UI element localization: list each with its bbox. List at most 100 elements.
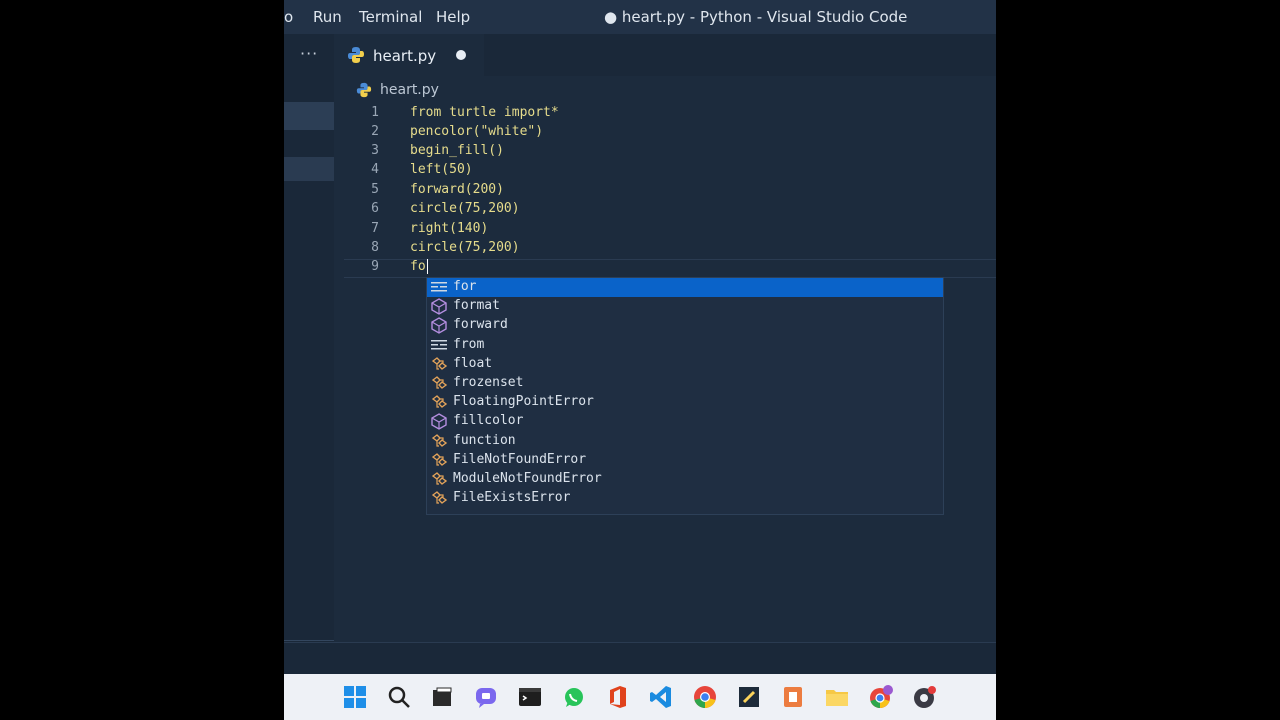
side-panel-item[interactable]	[284, 102, 334, 130]
code-text[interactable]: right(140)	[410, 221, 488, 236]
whatsapp-icon[interactable]	[561, 684, 587, 710]
divider	[284, 640, 334, 641]
code-line: 3 begin_fill()	[344, 143, 996, 162]
suggestion-item[interactable]: FileExistsError	[427, 489, 943, 508]
tab-label: heart.py	[373, 47, 437, 65]
class-icon	[430, 452, 448, 469]
suggestion-item[interactable]: FloatingPointError	[427, 393, 943, 412]
line-number: 4	[371, 162, 379, 177]
suggestion-label: from	[453, 336, 485, 352]
title-bar: o Run Terminal Help ● heart.py - Python …	[284, 0, 996, 34]
code-line: 9 fo	[344, 259, 996, 278]
code-text[interactable]: begin_fill()	[410, 143, 504, 158]
code-line: 8 circle(75,200)	[344, 240, 996, 259]
suggestion-item[interactable]: fillcolor	[427, 412, 943, 431]
suggestion-label: float	[453, 355, 493, 371]
module-icon	[430, 317, 448, 335]
windows-taskbar	[284, 674, 996, 720]
vscode-window: o Run Terminal Help ● heart.py - Python …	[284, 0, 996, 720]
code-text-current[interactable]: fo	[410, 259, 428, 274]
suggestion-label: for	[453, 279, 477, 294]
python-file-icon	[348, 47, 364, 63]
breadcrumb-file[interactable]: heart.py	[380, 82, 439, 98]
class-icon	[430, 394, 448, 411]
class-icon	[430, 433, 448, 450]
folder-icon[interactable]	[824, 684, 850, 710]
obs-icon[interactable]	[912, 684, 938, 710]
code-line: 2 pencolor("white")	[344, 124, 996, 143]
code-line: 4 left(50)	[344, 162, 996, 181]
suggestion-item[interactable]: for	[427, 278, 943, 297]
chat-icon[interactable]	[473, 684, 499, 710]
suggestion-item[interactable]: float	[427, 355, 943, 374]
powerpoint-icon[interactable]	[780, 684, 806, 710]
window-title: ● heart.py - Python - Visual Studio Code	[604, 8, 908, 26]
panel-area	[284, 642, 996, 675]
tab-bar: ··· heart.py	[284, 34, 996, 77]
suggestion-item[interactable]: function	[427, 432, 943, 451]
class-icon	[430, 375, 448, 392]
suggestion-item[interactable]: frozenset	[427, 374, 943, 393]
suggestion-item[interactable]: ModuleNotFoundError	[427, 470, 943, 489]
terminal-icon[interactable]	[517, 684, 543, 710]
code-text[interactable]: left(50)	[410, 162, 473, 177]
chrome-profile-icon[interactable]	[868, 684, 894, 710]
suggestion-label: format	[453, 298, 500, 314]
menu-item-terminal[interactable]: Terminal	[359, 8, 422, 26]
text-cursor	[426, 259, 428, 274]
suggestion-item[interactable]: forward	[427, 316, 943, 335]
suggestion-label: FloatingPointError	[453, 394, 594, 410]
tab-heart-py[interactable]: heart.py	[334, 34, 484, 77]
side-panel	[284, 76, 334, 676]
keyword-icon	[430, 279, 448, 296]
autocomplete-popup: for format forward from float frozenset Floati…	[426, 277, 944, 515]
file-explorer-icon[interactable]	[429, 684, 455, 710]
menu-item-help[interactable]: Help	[436, 8, 470, 26]
search-icon[interactable]	[386, 684, 412, 710]
typed-text: fo	[410, 259, 426, 274]
code-line: 6 circle(75,200)	[344, 201, 996, 220]
suggestion-item[interactable]: format	[427, 297, 943, 316]
sticky-notes-icon[interactable]	[736, 684, 762, 710]
code-text[interactable]: circle(75,200)	[410, 201, 520, 216]
class-icon	[430, 490, 448, 507]
line-number: 8	[371, 240, 379, 255]
more-actions-button[interactable]: ···	[300, 44, 318, 63]
suggestion-label: forward	[453, 317, 508, 333]
line-number: 9	[371, 259, 379, 274]
code-line: 5 forward(200)	[344, 182, 996, 201]
code-text[interactable]: pencolor("white")	[410, 124, 543, 139]
suggestion-label: ModuleNotFoundError	[453, 471, 602, 486]
code-text[interactable]: circle(75,200)	[410, 240, 520, 255]
suggestion-label: FileNotFoundError	[453, 451, 587, 467]
line-number: 3	[371, 143, 379, 158]
suggestion-item[interactable]: from	[427, 336, 943, 355]
keyword-icon	[430, 337, 448, 354]
suggestion-item[interactable]: FileNotFoundError	[427, 451, 943, 470]
line-number: 1	[371, 105, 379, 120]
suggestion-label: fillcolor	[453, 413, 524, 429]
side-panel-item[interactable]	[284, 157, 334, 181]
office-icon[interactable]	[605, 684, 631, 710]
code-line: 1 from turtle import*	[344, 105, 996, 124]
module-icon	[430, 298, 448, 315]
code-text[interactable]: forward(200)	[410, 182, 504, 197]
code-text[interactable]: from turtle import*	[410, 105, 559, 120]
python-file-icon	[356, 82, 372, 98]
menu-item-go[interactable]: o	[284, 8, 293, 26]
line-number: 2	[371, 124, 379, 139]
line-number: 5	[371, 182, 379, 197]
module-icon	[430, 413, 448, 431]
class-icon	[430, 471, 448, 488]
line-number: 6	[371, 201, 379, 216]
menu-item-run[interactable]: Run	[313, 8, 342, 26]
suggestion-label: frozenset	[453, 375, 524, 390]
class-icon	[430, 356, 448, 373]
windows-start-icon[interactable]	[342, 684, 368, 710]
chrome-icon[interactable]	[692, 684, 718, 710]
code-line: 7 right(140)	[344, 221, 996, 240]
unsaved-dot-icon[interactable]	[456, 50, 466, 60]
suggestion-label: FileExistsError	[453, 490, 571, 506]
suggestion-label: function	[453, 432, 516, 448]
vscode-icon[interactable]	[648, 684, 674, 710]
